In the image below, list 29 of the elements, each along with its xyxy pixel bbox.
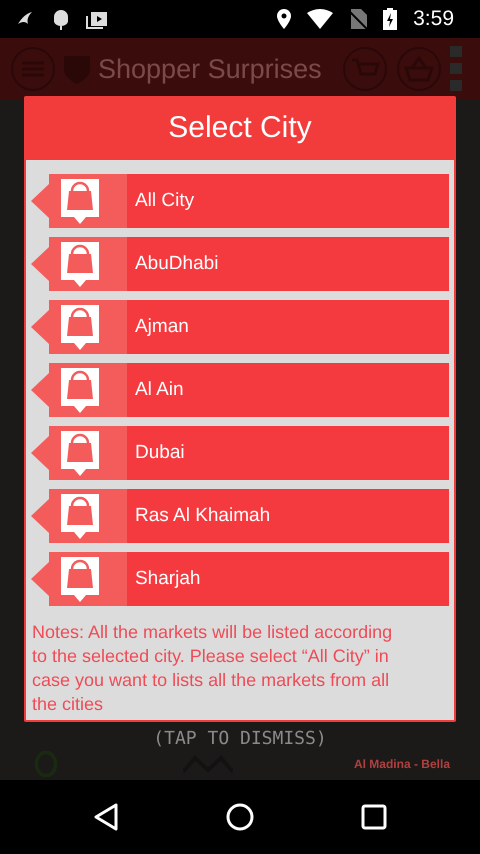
battery-icon bbox=[383, 8, 398, 30]
shopping-bag-icon bbox=[61, 431, 99, 476]
city-item[interactable]: Dubai bbox=[127, 426, 449, 480]
back-icon[interactable] bbox=[93, 803, 120, 831]
shopping-bag-icon bbox=[61, 494, 99, 539]
app-title: Shopper Surprises bbox=[98, 54, 323, 84]
city-item[interactable]: Al Ain bbox=[127, 363, 449, 417]
city-item[interactable]: Ajman bbox=[127, 300, 449, 354]
note-text: Notes: All the markets will be listed according to the selected city. Please select “All City” in case you want to lists all the markets from all the cities bbox=[31, 621, 394, 716]
city-item[interactable]: All City bbox=[127, 174, 449, 228]
recents-icon[interactable] bbox=[360, 804, 387, 830]
overflow-menu-icon[interactable] bbox=[450, 44, 462, 94]
clock: 3:59 bbox=[413, 7, 454, 31]
shopping-bag-icon bbox=[61, 179, 99, 224]
location-icon bbox=[277, 9, 292, 29]
city-item[interactable]: Ras Al Khaimah bbox=[127, 489, 449, 543]
shopping-bag-icon bbox=[61, 557, 99, 602]
home-icon[interactable] bbox=[226, 803, 254, 831]
city-item[interactable]: Sharjah bbox=[127, 552, 449, 606]
dismiss-hint: (TAP TO DISMISS) bbox=[153, 728, 327, 750]
city-item[interactable]: AbuDhabi bbox=[127, 237, 449, 291]
store-name: Al Madina - Bella bbox=[354, 757, 450, 771]
shopping-bag-icon bbox=[61, 368, 99, 413]
no-sim-icon bbox=[349, 9, 368, 29]
dialog-title: Select City bbox=[167, 110, 313, 146]
shopping-bag-icon bbox=[61, 305, 99, 350]
play-store-icon bbox=[86, 9, 108, 29]
shopping-bag-icon bbox=[61, 242, 99, 287]
wifi-icon bbox=[307, 9, 334, 29]
